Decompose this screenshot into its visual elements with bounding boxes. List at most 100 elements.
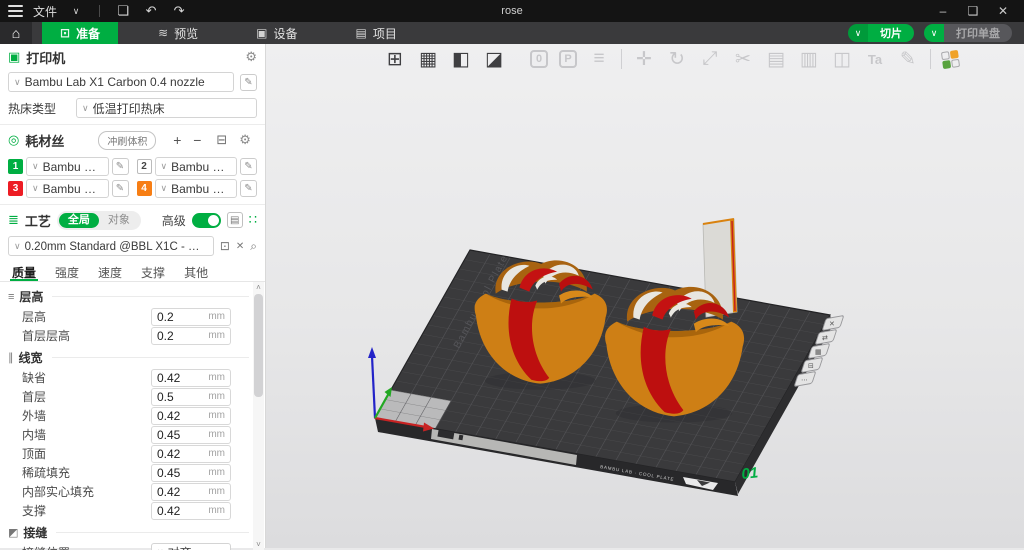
print-dropdown-icon[interactable]: ∨ [924, 24, 944, 42]
param-input[interactable]: 0.5 mm [151, 388, 231, 406]
add-plate-icon[interactable]: ▦ [417, 47, 439, 71]
param-input[interactable]: 0.42 mm [151, 483, 231, 501]
tab-prepare[interactable]: ⊡ 准备 [42, 22, 118, 44]
text-tool-icon: Ta [864, 47, 886, 71]
tab-preview[interactable]: ≋ 预览 [140, 22, 216, 44]
remove-filament-button[interactable]: − [190, 132, 204, 148]
edit-filament-icon[interactable]: ✎ [112, 158, 129, 175]
color-assemble-puzzle-icon[interactable] [941, 49, 960, 68]
param-value: 0.2 [157, 329, 174, 343]
param-label: 顶面 [22, 445, 46, 462]
param-input[interactable]: 0.42 mm [151, 407, 231, 425]
param-label: 稀疏填充 [22, 464, 70, 481]
scrollbar-thumb[interactable] [254, 294, 263, 397]
filament-name: Bambu PLA Basic [171, 160, 231, 174]
chevron-down-icon: ∨ [82, 103, 89, 114]
advanced-toggle[interactable] [192, 213, 221, 228]
tab-device[interactable]: ▣ 设备 [238, 22, 315, 44]
file-menu[interactable]: 文件 [33, 3, 57, 20]
param-unit: mm [208, 448, 225, 459]
filament-name: Bambu PLA Basic [171, 182, 231, 196]
edit-filament-icon[interactable]: ✎ [112, 180, 129, 197]
plate-settings-icon[interactable]: ▦ [815, 349, 822, 356]
param-input[interactable]: 0.45 mm [151, 464, 231, 482]
minimize-button[interactable]: – [932, 4, 954, 18]
param-row: 内墙 0.45 mm [0, 425, 265, 444]
add-object-icon[interactable]: ⊞ [384, 47, 406, 71]
delete-plate-icon[interactable]: ✕ [829, 321, 835, 328]
param-input[interactable]: 0.42 mm [151, 502, 231, 520]
filament-select-3[interactable]: ∨ Bambu PLA Basic [26, 179, 109, 198]
flush-volume-button[interactable]: 冲刷体积 [98, 131, 156, 150]
filament-select-1[interactable]: ∨ Bambu PLA Basic [26, 157, 109, 176]
param-row: 支撑 0.42 mm [0, 501, 265, 520]
home-button[interactable]: ⌂ [0, 22, 32, 44]
seam-position-select[interactable]: ∨ 对齐 [151, 543, 231, 550]
filament-settings-gear-icon[interactable]: ⚙ [239, 132, 251, 148]
edit-printer-icon[interactable]: ✎ [240, 74, 257, 91]
slice-button[interactable]: ∨ 切片 [848, 24, 914, 42]
edit-filament-icon[interactable]: ✎ [240, 158, 257, 175]
viewport-3d[interactable]: ⊞ ▦ ◧ ◪ 0 P ≡ ✛ ↻ ⤢ ✂ ▤ ▥ ◫ Ta ✎ [266, 44, 1024, 548]
tab-others[interactable]: 其他 [182, 262, 210, 281]
restore-button[interactable]: ❑ [962, 4, 984, 18]
slice-dropdown-icon[interactable]: ∨ [848, 24, 868, 42]
home-icon: ⌂ [12, 25, 20, 41]
add-filament-button[interactable]: + [170, 132, 184, 148]
param-input[interactable]: 0.42 mm [151, 369, 231, 387]
param-input[interactable]: 0.2 mm [151, 308, 231, 326]
plate-number-label[interactable]: 01 [741, 464, 759, 483]
param-input[interactable]: 0.2 mm [151, 327, 231, 345]
auto-orient-icon[interactable]: ◪ [483, 47, 505, 71]
lock-plate-icon[interactable]: ⊟ [808, 363, 814, 370]
paint-tool-icon: ✎ [897, 47, 919, 71]
printer-select[interactable]: ∨ Bambu Lab X1 Carbon 0.4 nozzle [8, 72, 234, 92]
param-input[interactable]: 0.45 mm [151, 426, 231, 444]
edit-filament-icon[interactable]: ✎ [240, 180, 257, 197]
parameter-list-icon[interactable]: ▤ [227, 212, 243, 228]
search-icon[interactable]: ⌕ [250, 239, 257, 254]
param-value: 0.45 [157, 466, 180, 480]
divider [99, 5, 100, 17]
scope-global[interactable]: 全局 [59, 213, 99, 228]
new-project-icon[interactable]: ❏ [114, 3, 132, 19]
scope-objects[interactable]: 对象 [99, 213, 139, 228]
auto-arrange-icon[interactable]: ◧ [450, 47, 472, 71]
tab-strength[interactable]: 强度 [53, 262, 81, 281]
undo-icon[interactable]: ↶ [142, 3, 160, 19]
filament-select-4[interactable]: ∨ Bambu PLA Basic [155, 179, 238, 198]
tab-quality[interactable]: 质量 [10, 262, 38, 281]
tab-speed[interactable]: 速度 [96, 262, 124, 281]
ams-sync-icon[interactable]: ⊟ [216, 132, 227, 148]
tab-support[interactable]: 支撑 [139, 262, 167, 281]
param-row: 首层 0.5 mm [0, 387, 265, 406]
title-bar: 文件 ∨ ❏ ↶ ↷ rose – ❑ ✕ [0, 0, 1024, 22]
filament-color-chip[interactable]: 1 [8, 159, 23, 174]
menu-icon[interactable] [8, 5, 23, 17]
close-button[interactable]: ✕ [992, 4, 1014, 18]
chevron-down-icon[interactable]: ∨ [67, 6, 85, 17]
process-preset-select[interactable]: ∨ 0.20mm Standard @BBL X1C - 拷贝 [8, 236, 214, 256]
save-preset-icon[interactable]: ⊡ [220, 239, 230, 253]
param-row: 顶面 0.42 mm [0, 444, 265, 463]
printer-settings-gear-icon[interactable]: ⚙ [245, 49, 257, 65]
compare-presets-icon[interactable]: ∷ [249, 212, 257, 228]
param-input[interactable]: 0.42 mm [151, 445, 231, 463]
param-value: 0.45 [157, 428, 180, 442]
print-plate-button[interactable]: ∨ 打印单盘 [924, 24, 1012, 42]
param-value: 0.2 [157, 310, 174, 324]
chevron-down-icon: ∨ [14, 241, 21, 252]
plate-name-icon[interactable]: ⋯ [801, 377, 808, 384]
redo-icon[interactable]: ↷ [170, 3, 188, 19]
bed-type-select[interactable]: ∨ 低温打印热床 [76, 98, 257, 118]
filament-color-chip[interactable]: 3 [8, 181, 23, 196]
arrange-plate-icon[interactable]: ⇄ [822, 335, 828, 342]
scroll-up-icon[interactable]: ˄ [253, 283, 264, 292]
layer-height-section-icon: ≡ [8, 291, 14, 303]
reset-preset-icon[interactable]: ✕ [236, 241, 244, 252]
filament-select-2[interactable]: ∨ Bambu PLA Basic [155, 157, 238, 176]
tab-project[interactable]: ▤ 项目 [338, 22, 415, 44]
filament-color-chip[interactable]: 2 [137, 159, 152, 174]
filament-color-chip[interactable]: 4 [137, 181, 152, 196]
scrollbar[interactable]: ˄ ˅ [253, 282, 264, 550]
